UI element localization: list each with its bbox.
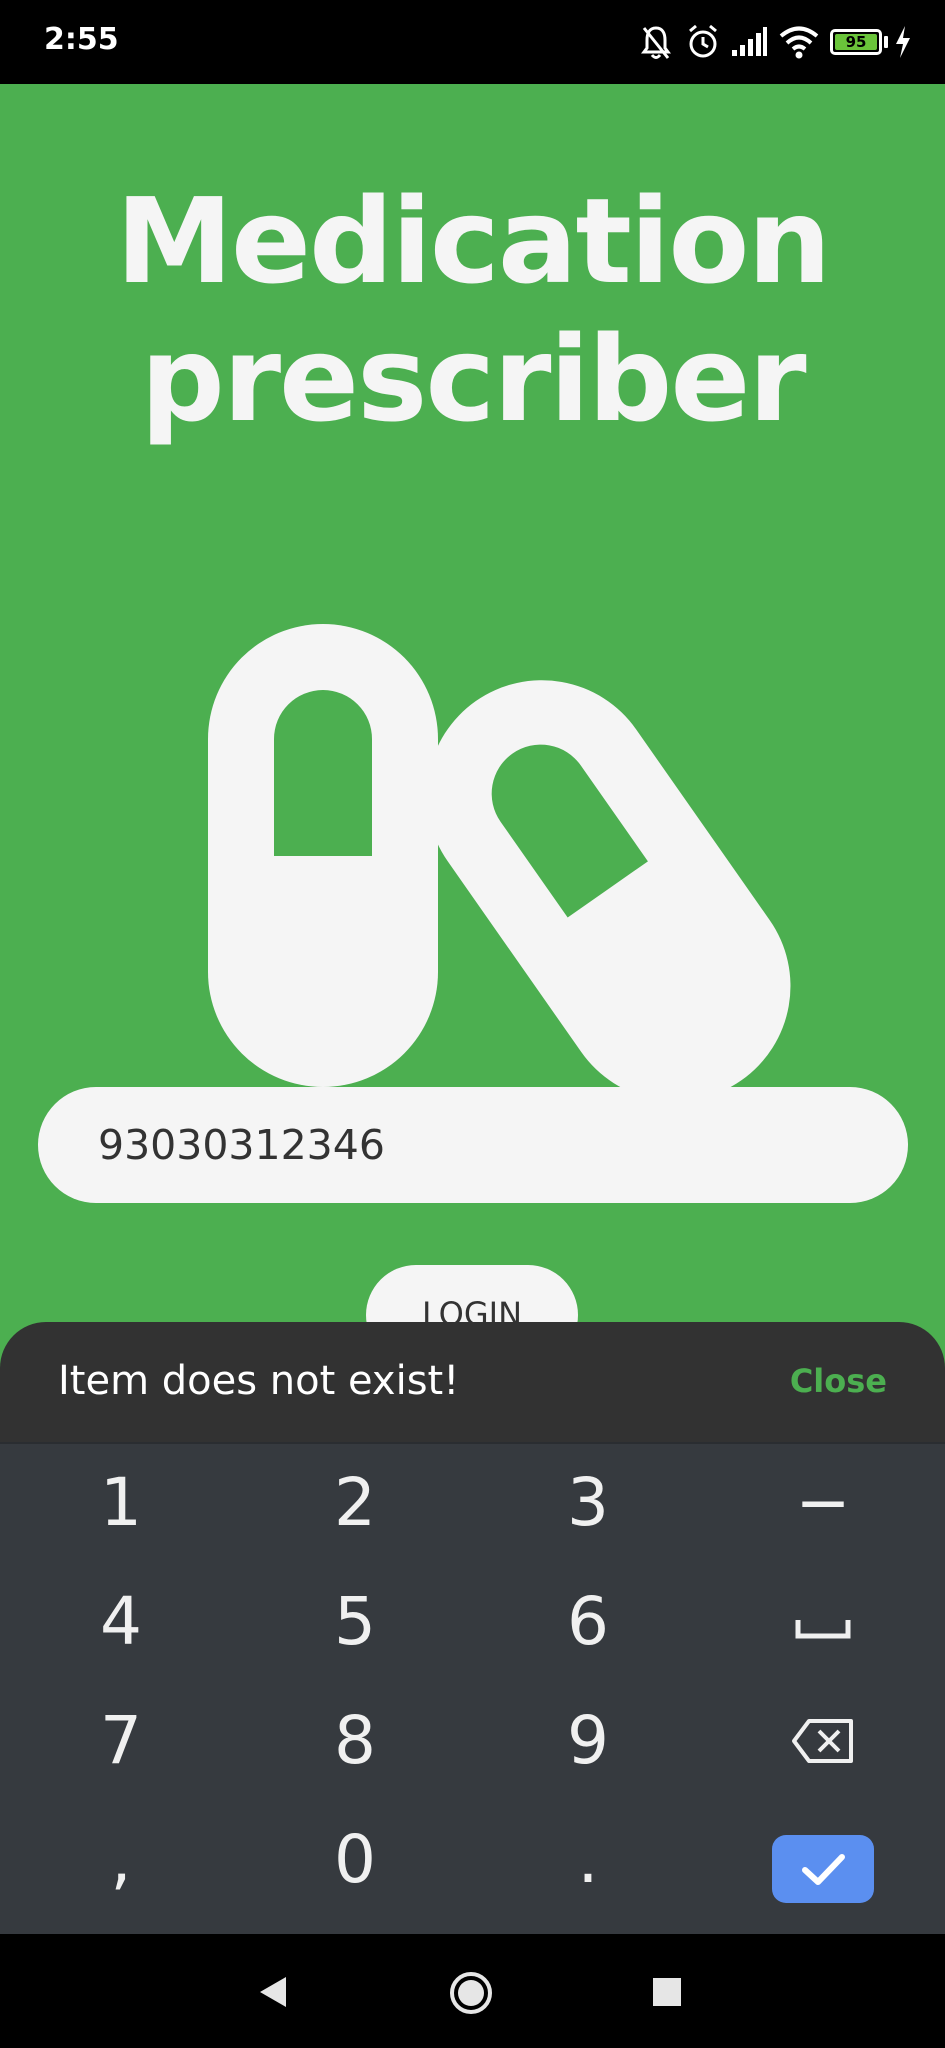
app-title-line2: prescriber — [140, 310, 806, 448]
key-comma[interactable]: , — [6, 1801, 236, 1919]
back-icon[interactable] — [256, 1974, 290, 2010]
alarm-icon — [689, 24, 717, 58]
app-title-line1: Medication — [115, 172, 832, 310]
key-6[interactable]: 6 — [473, 1563, 703, 1681]
bell-off-icon — [641, 26, 671, 59]
key-3[interactable]: 3 — [473, 1444, 703, 1562]
battery-level: 95 — [835, 34, 877, 50]
snackbar: Item does not exist! Close — [0, 1322, 945, 1442]
snackbar-close-button[interactable]: Close — [790, 1362, 887, 1400]
battery-icon: 95 — [830, 29, 882, 55]
battery-cap — [884, 36, 888, 48]
app-title: Medication prescriber — [0, 172, 945, 448]
key-4[interactable]: 4 — [6, 1563, 236, 1681]
key-2[interactable]: 2 — [240, 1444, 470, 1562]
key-0[interactable]: 0 — [240, 1801, 470, 1919]
key-8[interactable]: 8 — [240, 1682, 470, 1800]
key-period[interactable]: . — [473, 1801, 703, 1919]
numeric-keyboard: 1 2 3 − 4 5 6 7 8 9 , 0 . — [0, 1442, 945, 1934]
key-space[interactable] — [708, 1563, 938, 1681]
status-time: 2:55 — [44, 22, 119, 57]
key-done[interactable] — [772, 1835, 874, 1903]
space-icon — [795, 1620, 851, 1639]
backspace-icon — [792, 1719, 853, 1763]
key-7[interactable]: 7 — [6, 1682, 236, 1800]
cell-signal-icon — [732, 27, 767, 56]
snackbar-message: Item does not exist! — [58, 1358, 460, 1404]
charging-icon — [896, 26, 910, 58]
wifi-icon — [779, 26, 819, 59]
key-5[interactable]: 5 — [240, 1563, 470, 1681]
key-minus[interactable]: − — [708, 1444, 938, 1562]
pills-logo-icon — [208, 624, 791, 1099]
system-nav-bar — [0, 1934, 945, 2048]
checkmark-icon — [802, 1854, 845, 1885]
home-icon[interactable] — [448, 1970, 494, 2016]
key-1[interactable]: 1 — [6, 1444, 236, 1562]
key-backspace[interactable] — [708, 1682, 938, 1800]
recents-icon[interactable] — [652, 1977, 682, 2007]
id-number-input[interactable]: 93030312346 — [38, 1087, 908, 1203]
status-bar: 2:55 95 — [0, 0, 945, 84]
key-9[interactable]: 9 — [473, 1682, 703, 1800]
